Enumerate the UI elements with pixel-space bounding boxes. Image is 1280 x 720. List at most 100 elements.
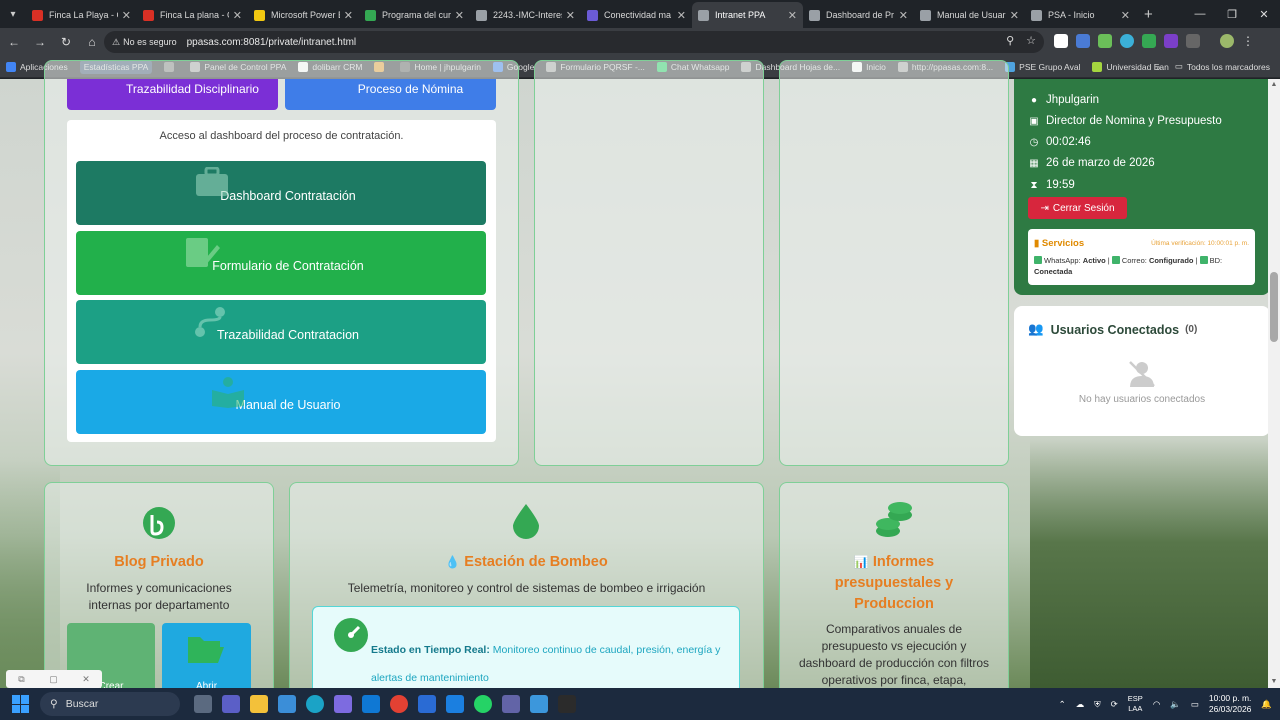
browser-tab-strip: ▾ Finca La Playa - G ✕ Finca La plana - G ✕…: [0, 0, 1280, 28]
system-clock[interactable]: 10:00 p. m. 26/03/2026: [1209, 693, 1252, 715]
copilot-icon[interactable]: [334, 695, 352, 713]
browser-tab[interactable]: Microsoft Power B ✕: [248, 2, 359, 28]
not-secure-badge[interactable]: ⚠ No es seguro: [112, 37, 177, 48]
outlook-classic-icon[interactable]: [418, 695, 436, 713]
notepad-icon[interactable]: [530, 695, 548, 713]
users-icon: 👥: [1028, 322, 1044, 336]
date-row: ▦ 26 de marzo de 2026: [1029, 157, 1155, 169]
browser-tab[interactable]: Programa del cur ✕: [359, 2, 470, 28]
browser-tab[interactable]: Manual de Usuari ✕: [914, 2, 1025, 28]
blog-open-button[interactable]: Abrir: [162, 623, 251, 692]
tab-title: Finca La Playa - G: [49, 10, 118, 20]
tab-search-button[interactable]: ▾: [0, 0, 26, 28]
maximize-icon[interactable]: ▢: [49, 674, 58, 685]
trazabilidad-disciplinario-button[interactable]: Trazabilidad Disciplinario: [67, 79, 278, 110]
extensions-puzzle-icon[interactable]: [1186, 34, 1200, 48]
zoom-icon[interactable]: ⚲: [1006, 34, 1014, 47]
extension-icon[interactable]: [1098, 34, 1112, 48]
bookmark-item[interactable]: PSE Grupo Aval: [1005, 61, 1080, 72]
informes-description: Comparativos anuales de presupuesto vs e…: [798, 622, 990, 687]
informes-title: 📊 Informes presupuestales y Produccion: [834, 554, 954, 612]
all-bookmarks[interactable]: » ▭ Todos los marcadores: [1156, 61, 1270, 72]
task-view-icon[interactable]: [194, 695, 212, 713]
tab-favicon-icon: [143, 9, 154, 21]
tab-close-icon[interactable]: ✕: [899, 9, 908, 22]
extension-icon[interactable]: [1142, 34, 1156, 48]
home-icon[interactable]: ⌂: [80, 30, 104, 54]
trazabilidad-contratacion-button[interactable]: Trazabilidad Contratacion: [76, 300, 486, 364]
scroll-up-icon[interactable]: ▲: [1270, 81, 1278, 89]
teams-icon[interactable]: [222, 695, 240, 713]
browser-tab[interactable]: Dashboard de Pr ✕: [803, 2, 914, 28]
taskbar-search[interactable]: ⚲ Buscar: [40, 692, 180, 716]
mail-icon[interactable]: [446, 695, 464, 713]
minimize-icon[interactable]: —: [1184, 0, 1216, 28]
bookmark-favicon-icon: [6, 61, 16, 72]
close-icon[interactable]: ✕: [82, 674, 90, 685]
notification-bell-icon[interactable]: 🔔: [1261, 699, 1272, 710]
restore-icon[interactable]: ❐: [1216, 0, 1248, 28]
scroll-down-icon[interactable]: ▼: [1270, 678, 1278, 686]
logout-button[interactable]: ⇥ Cerrar Sesión: [1028, 197, 1127, 219]
language-indicator[interactable]: ESP LAA: [1128, 694, 1143, 714]
file-explorer-icon[interactable]: [250, 695, 268, 713]
tab-close-icon[interactable]: ✕: [788, 9, 797, 22]
volume-icon[interactable]: 🔈: [1170, 699, 1181, 710]
address-bar[interactable]: ⚠ No es seguro ppasas.com:8081/private/i…: [104, 31, 1044, 53]
security-icon[interactable]: ⛨: [1094, 699, 1100, 710]
forward-icon[interactable]: →: [28, 30, 52, 54]
extension-icon[interactable]: [1054, 34, 1068, 48]
extension-icon[interactable]: [1076, 34, 1090, 48]
sync-icon[interactable]: ⟳: [1111, 699, 1118, 710]
proceso-nomina-button[interactable]: Proceso de Nómina: [285, 79, 496, 110]
dashboard-contratacion-button[interactable]: Dashboard Contratación: [76, 161, 486, 225]
bookmark-star-icon[interactable]: ☆: [1026, 34, 1036, 47]
blog-title: Blog Privado: [114, 554, 204, 570]
tab-close-icon[interactable]: ✕: [1010, 9, 1019, 22]
teams-work-icon[interactable]: [502, 695, 520, 713]
page-scrollbar[interactable]: ▲ ▼: [1268, 79, 1280, 688]
tab-close-icon[interactable]: ✕: [233, 9, 242, 22]
tab-favicon-icon: [698, 9, 709, 21]
cloud-icon[interactable]: ☁: [1076, 699, 1085, 710]
whatsapp-icon[interactable]: [474, 695, 492, 713]
tab-close-icon[interactable]: ✕: [344, 9, 353, 22]
wifi-icon[interactable]: ◠: [1153, 699, 1160, 710]
new-tab-button[interactable]: +: [1144, 6, 1153, 23]
chevron-up-icon[interactable]: ⌃: [1059, 699, 1066, 710]
kebab-menu-icon[interactable]: ⋮: [1242, 34, 1256, 48]
battery-icon[interactable]: ▭: [1191, 699, 1199, 710]
tab-close-icon[interactable]: ✕: [566, 9, 575, 22]
outlook-icon[interactable]: [362, 695, 380, 713]
store-icon[interactable]: [278, 695, 296, 713]
extension-icon[interactable]: [1120, 34, 1134, 48]
manual-usuario-button[interactable]: Manual de Usuario: [76, 370, 486, 434]
scrollbar-thumb[interactable]: [1270, 272, 1278, 342]
tab-close-icon[interactable]: ✕: [122, 9, 131, 22]
edge-icon[interactable]: [306, 695, 324, 713]
extension-icon[interactable]: [1164, 34, 1178, 48]
copy-icon[interactable]: ⧉: [18, 674, 24, 685]
browser-tab[interactable]: Intranet PPA ✕: [692, 2, 803, 28]
profile-avatar[interactable]: [1220, 34, 1234, 48]
tab-favicon-icon: [1031, 9, 1042, 21]
app-icon[interactable]: [558, 695, 576, 713]
browser-tab[interactable]: Finca La Playa - G ✕: [26, 2, 137, 28]
tab-close-icon[interactable]: ✕: [455, 9, 464, 22]
hourglass-icon: ⧗: [1030, 179, 1038, 191]
back-icon[interactable]: ←: [2, 30, 26, 54]
browser-tab[interactable]: Finca La plana - G ✕: [137, 2, 248, 28]
time-row: ⧗ 19:59: [1028, 179, 1074, 191]
browser-tab[interactable]: PSA - Inicio ✕: [1025, 2, 1136, 28]
browser-tab[interactable]: 2243.-IMC-Interes ✕: [470, 2, 581, 28]
windows-start-icon[interactable]: [12, 695, 30, 713]
tab-close-icon[interactable]: ✕: [677, 9, 686, 22]
chrome-icon[interactable]: [390, 695, 408, 713]
user-info-panel: ● Jhpulgarin ▣ Director de Nomina y Pres…: [1014, 79, 1270, 295]
formulario-contratacion-button[interactable]: Formulario de Contratación: [76, 231, 486, 295]
bar-chart-emoji-icon: 📊: [853, 555, 869, 569]
reload-icon[interactable]: ↻: [54, 30, 78, 54]
tab-close-icon[interactable]: ✕: [1121, 9, 1130, 22]
browser-tab[interactable]: Conectividad ma ✕: [581, 2, 692, 28]
close-window-icon[interactable]: ✕: [1248, 0, 1280, 28]
